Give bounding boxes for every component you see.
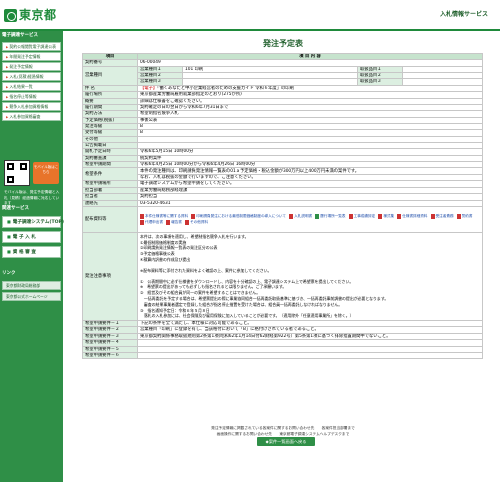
pdf-icon [348,213,353,219]
pdf-icon [185,219,190,225]
sidebar-link[interactable]: 東京都財政局総務部 [2,281,61,290]
pdf-icon [378,213,383,219]
page-title: 発注予定表 [263,39,303,48]
header: 東京都 入札情報サービス [0,0,500,31]
tokyo-logo[interactable]: 東京都 [4,8,57,23]
row-label: 発注注意事項 [82,231,138,322]
attachment-name: 報告書 [171,220,182,225]
note-line: 落札の入札参加には、社会保険及び雇用保険に加入していることが必要です。（適用除外… [140,313,354,319]
attachment-name: 印刷請負発注における最低制限価格制度の導入について [196,214,287,219]
attachment-link[interactable]: 受注者責務 [430,213,454,219]
sidebar: 電子調達サービス 契約公報閲覧電子調達公表 年間発注予定情報 発注予定情報 入札… [0,31,64,482]
pdf-icon [140,213,144,219]
pdf-icon [289,213,294,219]
service-name: 入札情報サービス [439,11,488,18]
sidebar-section-title: リンク [2,271,16,276]
subject-text: 「働くあなたと中小企業経営者のための支援ガイド 令和６年度」の印刷 [157,85,294,91]
qr-code-icon [4,160,30,186]
attachments: 本件仕様書等に関する資料 印刷請負発注における最低制限価格制度の導入について 入… [136,205,484,233]
sidebar-item[interactable]: 契約公報閲覧電子調達公表 [2,42,61,51]
sidebar-item[interactable]: 指名停止等情報 [2,92,61,101]
attachment-name: 仕様書詳細資料 [402,214,428,219]
attachment-link[interactable]: 仕様書詳細資料 [397,213,427,219]
attachment-link[interactable]: 代理申出書 [140,219,163,225]
excel-icon [315,213,320,219]
sidebar-item[interactable]: 発注予定情報 [2,62,61,71]
sidebar-item[interactable]: 入札(見積)経過情報 [2,72,61,81]
attachment-link[interactable]: 様式集 [378,213,394,219]
pdf-icon [456,213,461,219]
pdf-icon [397,213,402,219]
attachment-name: 本件仕様書等に関する資料 [145,214,189,219]
attachment-name: 履行場所一覧表 [320,214,346,219]
sidebar-item[interactable]: 競争入札参加資格情報 [2,102,61,111]
attachment-link[interactable]: 誓約書 [456,213,473,219]
attachment-name: その他資料 [190,220,209,225]
footer-line: 画面操作に関するお問い合わせ先 東京都電子調達システムヘルプデスクまで [216,431,350,436]
attachment-link[interactable]: 工事成績評定 [348,213,376,219]
sidebar-link[interactable]: 東京都公式ホームページ [2,292,61,301]
attachment-name: 代理申出書 [145,220,163,225]
tokyo-emblem-icon [4,9,17,22]
mobile-version-button[interactable]: モバイル版はこちら [33,162,59,184]
attachment-link[interactable]: 履行場所一覧表 [315,213,345,219]
sidebar-item[interactable]: 年間発注予定情報 [2,52,61,61]
main-content: 発注予定表 項目項 目 内 容 契約番号 06-00049 営業種目 営業種目１ … [66,31,500,482]
sidebar-item[interactable]: 入札参加資格審査 [2,112,61,121]
sidebar-section-title: 関連サービス [2,206,29,211]
electronic-tag: 【電子】 [140,85,158,91]
sidebar-section-title: 電子調達サービス [2,33,38,38]
attachment-name: 工事成績評定 [353,214,376,219]
notes: 本件は、次の事項を適用し、希望制指名競争入札を行います。 ①最低制限価格制度の実… [136,231,484,322]
row-label: 希望条件 [82,167,138,182]
attachment-link[interactable]: その他資料 [185,219,208,225]
footer: 発注予定情報に掲載されている各案件に関するお問い合わせ先 各案件担当部署まで 画… [66,426,500,438]
attachment-name: 様式集 [383,214,395,219]
pdf-icon [166,219,171,225]
attachment-link[interactable]: 報告書 [166,219,182,225]
sidebar-item[interactable]: 入札結果一覧 [2,82,61,91]
pdf-icon [140,219,144,225]
row-label: 希望申請要件－６ [82,351,138,360]
order-table: 項目項 目 内 容 契約番号 06-00049 営業種目 営業種目１ 101 印刷… [82,52,484,360]
row-label: 営業種目 [82,65,138,86]
requirement [136,351,484,360]
row-label: 配布資料等 [82,205,138,233]
pdf-icon [191,213,196,219]
sidebar-big-link[interactable]: 電 子 入 札 [2,231,61,243]
attachment-name: 入札説明書 [294,214,313,219]
attachment-name: 誓約書 [461,214,473,219]
sidebar-big-link[interactable]: 資 格 審 査 [2,246,61,258]
attachment-link[interactable]: 入札説明書 [289,213,312,219]
mobile-info-text: モバイル版は、発注予定情報と入札（見積）経過情報に対応しています [4,190,60,206]
pdf-icon [430,213,435,219]
back-to-list-button[interactable]: ◆案件一覧画面へ戻る [257,437,315,446]
attachment-name: 受注者責務 [435,214,454,219]
sidebar-big-link[interactable]: 電子調達システム(TOP) [2,216,64,228]
logo-text: 東京都 [19,8,57,22]
